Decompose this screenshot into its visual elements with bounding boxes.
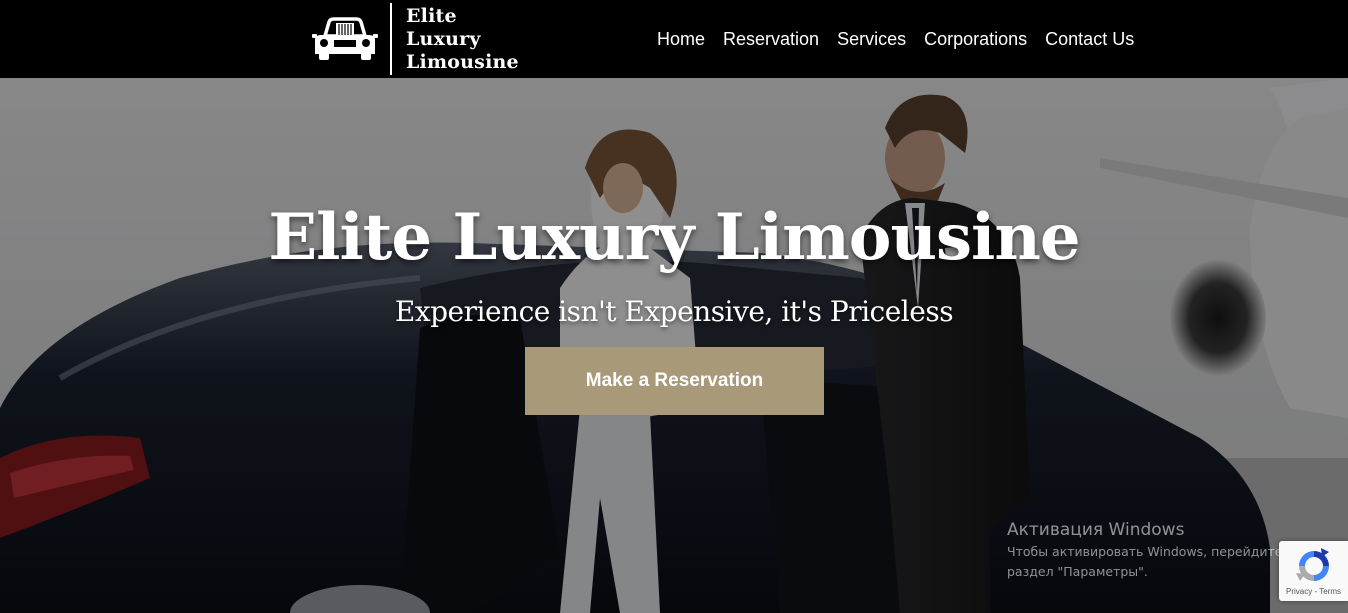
recaptcha-terms-link[interactable]: Terms (1319, 587, 1341, 596)
site-logo[interactable]: Elite Luxury Limousine (312, 2, 519, 76)
nav-link-home[interactable]: Home (648, 26, 714, 52)
make-reservation-button[interactable]: Make a Reservation (525, 347, 824, 415)
nav-link-contact-us[interactable]: Contact Us (1036, 26, 1143, 52)
logo-line-1: Elite (406, 4, 457, 27)
recaptcha-links: Privacy - Terms (1279, 587, 1348, 596)
recaptcha-badge[interactable]: Privacy - Terms (1279, 541, 1348, 601)
nav-link-reservation[interactable]: Reservation (714, 26, 828, 52)
hero-subtitle: Experience isn't Expensive, it's Pricele… (394, 295, 954, 328)
nav-list: Home Reservation Services Corporations C… (648, 26, 1143, 52)
logo-line-2: Luxury (406, 27, 481, 50)
watermark-line-1: Чтобы активировать Windows, перейдите в (1007, 544, 1294, 559)
nav-link-corporations[interactable]: Corporations (915, 26, 1036, 52)
windows-activation-watermark: Активация Windows Чтобы активировать Win… (1007, 518, 1307, 582)
logo-divider (390, 3, 392, 75)
logo-line-3: Limousine (406, 50, 519, 73)
recaptcha-icon (1296, 548, 1329, 581)
nav-link-services[interactable]: Services (828, 26, 915, 52)
site-header: Elite Luxury Limousine Home Reservation … (0, 0, 1348, 78)
recaptcha-privacy-link[interactable]: Privacy (1286, 587, 1312, 596)
limousine-car-icon (312, 17, 378, 60)
watermark-title: Активация Windows (1007, 520, 1185, 540)
watermark-line-2: раздел "Параметры". (1007, 564, 1148, 579)
logo-wordmark: Elite Luxury Limousine (406, 5, 519, 74)
hero-title: Elite Luxury Limousine (268, 200, 1080, 275)
